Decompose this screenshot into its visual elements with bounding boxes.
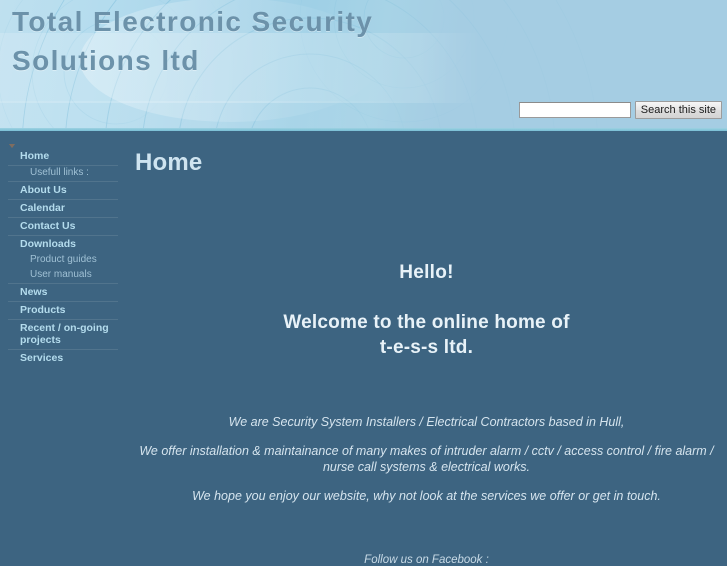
site-header: Total Electronic Security Solutions ltd …: [0, 0, 727, 131]
sidebar-item-news[interactable]: News: [8, 284, 118, 302]
sidebar-item-calendar[interactable]: Calendar: [8, 200, 118, 218]
sidebar-item-recent-ongoing-projects[interactable]: Recent / on-going projects: [8, 320, 118, 350]
page-body: Home Usefull links : About Us Calendar C…: [0, 137, 727, 566]
sidebar-item-contact-us[interactable]: Contact Us: [8, 218, 118, 236]
sidebar-item-product-guides-label[interactable]: Product guides: [8, 253, 118, 268]
welcome-heading: Welcome to the online home of t-e-s-s lt…: [126, 284, 727, 360]
sidebar-item-contact-us-label[interactable]: Contact Us: [8, 218, 118, 235]
facebook-follow-text: Follow us on Facebook :: [364, 554, 489, 566]
sidebar-item-services[interactable]: Services: [8, 350, 118, 367]
sidebar-item-calendar-label[interactable]: Calendar: [8, 200, 118, 217]
sidebar-item-downloads-label[interactable]: Downloads: [8, 236, 118, 253]
intro-paragraph-2: We offer installation & maintainance of …: [139, 444, 714, 474]
sidebar-item-products-label[interactable]: Products: [8, 302, 118, 319]
sidebar-item-usefull-links[interactable]: Usefull links :: [8, 166, 118, 182]
sidebar-item-news-label[interactable]: News: [8, 284, 118, 301]
sidebar-item-about-us[interactable]: About Us: [8, 182, 118, 200]
content-body: Hello! Welcome to the online home of t-e…: [126, 177, 727, 566]
sidebar-item-home[interactable]: Home: [8, 144, 118, 166]
search-this-site-button[interactable]: Search this site: [634, 101, 722, 119]
sidebar-navigation: Home Usefull links : About Us Calendar C…: [0, 137, 126, 367]
sidebar-item-product-guides[interactable]: Product guides: [8, 253, 118, 268]
sidebar-item-user-manuals-label[interactable]: User manuals: [8, 268, 118, 283]
sidebar-item-downloads[interactable]: Downloads: [8, 144, 118, 253]
sidebar-item-usefull-links-label[interactable]: Usefull links :: [8, 166, 118, 181]
sidebar-item-user-manuals[interactable]: User manuals: [8, 268, 118, 284]
site-title: Total Electronic Security Solutions ltd: [12, 6, 374, 76]
sidebar-item-recent-ongoing-projects-label[interactable]: Recent / on-going projects: [8, 320, 118, 349]
chevron-down-icon[interactable]: [9, 144, 15, 148]
hello-heading: Hello!: [399, 262, 454, 283]
search-input[interactable]: [518, 102, 631, 118]
site-search: Search this site: [518, 101, 722, 119]
sidebar-item-about-us-label[interactable]: About Us: [8, 182, 118, 199]
welcome-line-2: t-e-s-s ltd.: [379, 337, 474, 358]
sidebar-item-home-label[interactable]: Home: [8, 148, 118, 165]
welcome-line-1: Welcome to the online home of: [283, 312, 570, 333]
page-title: Home: [135, 149, 203, 176]
intro-paragraph-1: We are Security System Installers / Elec…: [228, 415, 625, 429]
sidebar-item-services-label[interactable]: Services: [8, 350, 118, 367]
main-content: Home Hello! Welcome to the online home o…: [126, 137, 727, 566]
header-separator-rule: [0, 128, 727, 131]
header-light-band-lower: [0, 101, 420, 131]
sidebar-item-products[interactable]: Products: [8, 302, 118, 320]
intro-paragraph-3: We hope you enjoy our website, why not l…: [192, 489, 661, 503]
